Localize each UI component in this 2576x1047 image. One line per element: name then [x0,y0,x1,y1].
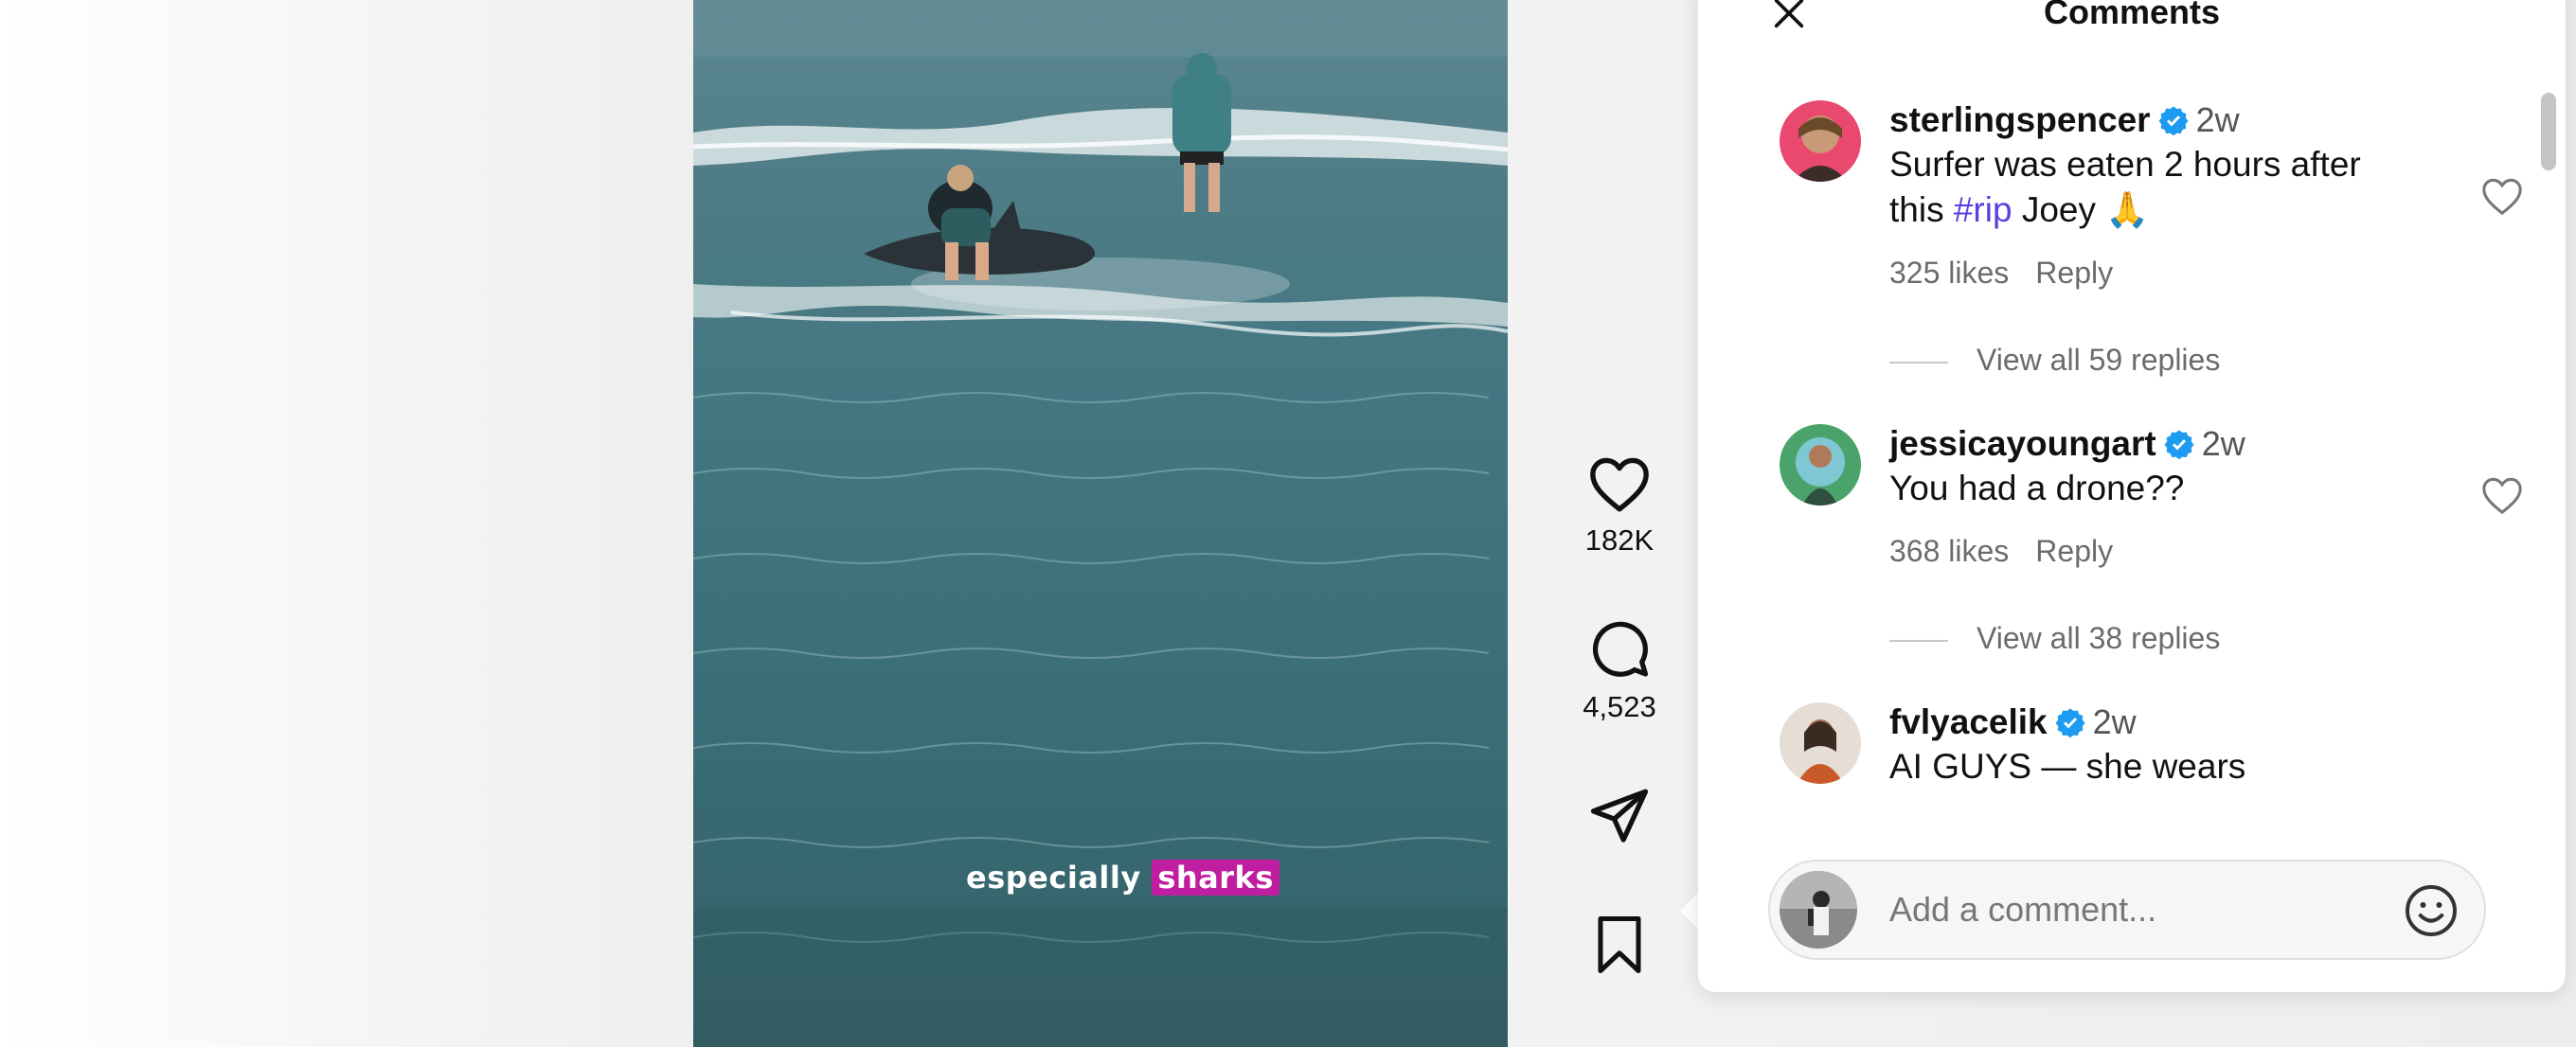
verified-badge-icon [2164,430,2194,459]
comment-time: 2w [2201,424,2245,463]
share-button[interactable] [1553,784,1686,851]
smiley-icon [2406,885,2457,936]
view-replies-label: View all 38 replies [1977,621,2221,655]
comments-list: sterlingspencer 2w Surfer was eaten 2 hou… [1698,76,2531,814]
view-replies-button[interactable]: View all 59 replies [1889,343,2220,378]
video-caption: especially sharks [966,860,1279,896]
comment-text-fragment: this [1889,190,1954,229]
share-action [1553,784,1686,851]
comment-button[interactable] [1553,617,1686,684]
avatar[interactable] [1780,424,1861,506]
comment-count: 4,523 [1583,690,1656,723]
comment-username[interactable]: fvlyacelik [1889,702,2048,741]
scrollbar-thumb[interactable] [2541,93,2556,170]
comment-body: fvlyacelik 2w AI GUYS — she wears [1889,702,2401,790]
comment-text-line: Surfer was eaten 2 hours after [1889,145,2361,184]
comment-username[interactable]: jessicayoungart [1889,424,2156,463]
reply-button[interactable]: Reply [2035,534,2113,568]
current-user-avatar [1780,871,1857,949]
comment-username[interactable]: sterlingspencer [1889,100,2151,139]
like-action: 182K [1553,454,1686,558]
comment-icon [1592,621,1649,677]
hashtag-link[interactable]: #rip [1954,190,2012,229]
comment-text: AI GUYS — she wears [1889,747,2246,786]
heart-icon [1590,457,1649,512]
replies-divider [1889,361,1948,364]
comment-text-fragment: Joey 🙏 [2012,190,2150,229]
comment-action: 4,523 [1553,617,1686,724]
save-action [1553,914,1686,981]
comment-input[interactable] [1887,882,2384,937]
caption-text: especially [966,860,1141,896]
avatar[interactable] [1780,702,1861,784]
comment-likes[interactable]: 368 likes [1889,534,2009,568]
view-replies-button[interactable]: View all 38 replies [1889,621,2220,656]
comment-likes[interactable]: 325 likes [1889,256,2009,290]
like-button[interactable] [1553,454,1686,518]
send-icon [1590,789,1649,843]
comment-time: 2w [2092,702,2137,741]
emoji-button[interactable] [2403,882,2460,939]
comment-text-line: this #rip Joey 🙏 [1889,187,2401,233]
comments-panel: Comments sterlingspencer 2w Surfer was ea… [1698,0,2566,992]
comment-composer [1768,860,2486,960]
view-replies-label: View all 59 replies [1977,343,2221,377]
like-count: 182K [1584,524,1655,557]
comment-text: You had a drone?? [1889,469,2185,507]
comment-time: 2w [2195,100,2240,139]
reply-button[interactable]: Reply [2035,256,2113,290]
panel-title: Comments [2043,0,2221,31]
comment-body: sterlingspencer 2w Surfer was eaten 2 hou… [1889,100,2401,291]
background-left [0,0,693,1047]
comment-like-heart-icon[interactable] [2480,174,2524,218]
bookmark-icon [1598,916,1641,973]
comment-like-heart-icon[interactable] [2480,473,2524,517]
verified-badge-icon [2158,106,2189,135]
comment-text: Surfer was eaten 2 hours after this #rip… [1889,142,2401,233]
verified-badge-icon [2055,708,2085,737]
avatar[interactable] [1780,100,1861,182]
reel-video[interactable]: especially sharks [693,0,1508,1047]
save-button[interactable] [1553,914,1686,981]
replies-divider [1889,639,1948,642]
comment-meta: 325 likes Reply [1889,256,2401,291]
caption-highlight: sharks [1152,860,1279,896]
comment-body: jessicayoungart 2w You had a drone?? 368 … [1889,424,2401,569]
comment-meta: 368 likes Reply [1889,534,2401,569]
